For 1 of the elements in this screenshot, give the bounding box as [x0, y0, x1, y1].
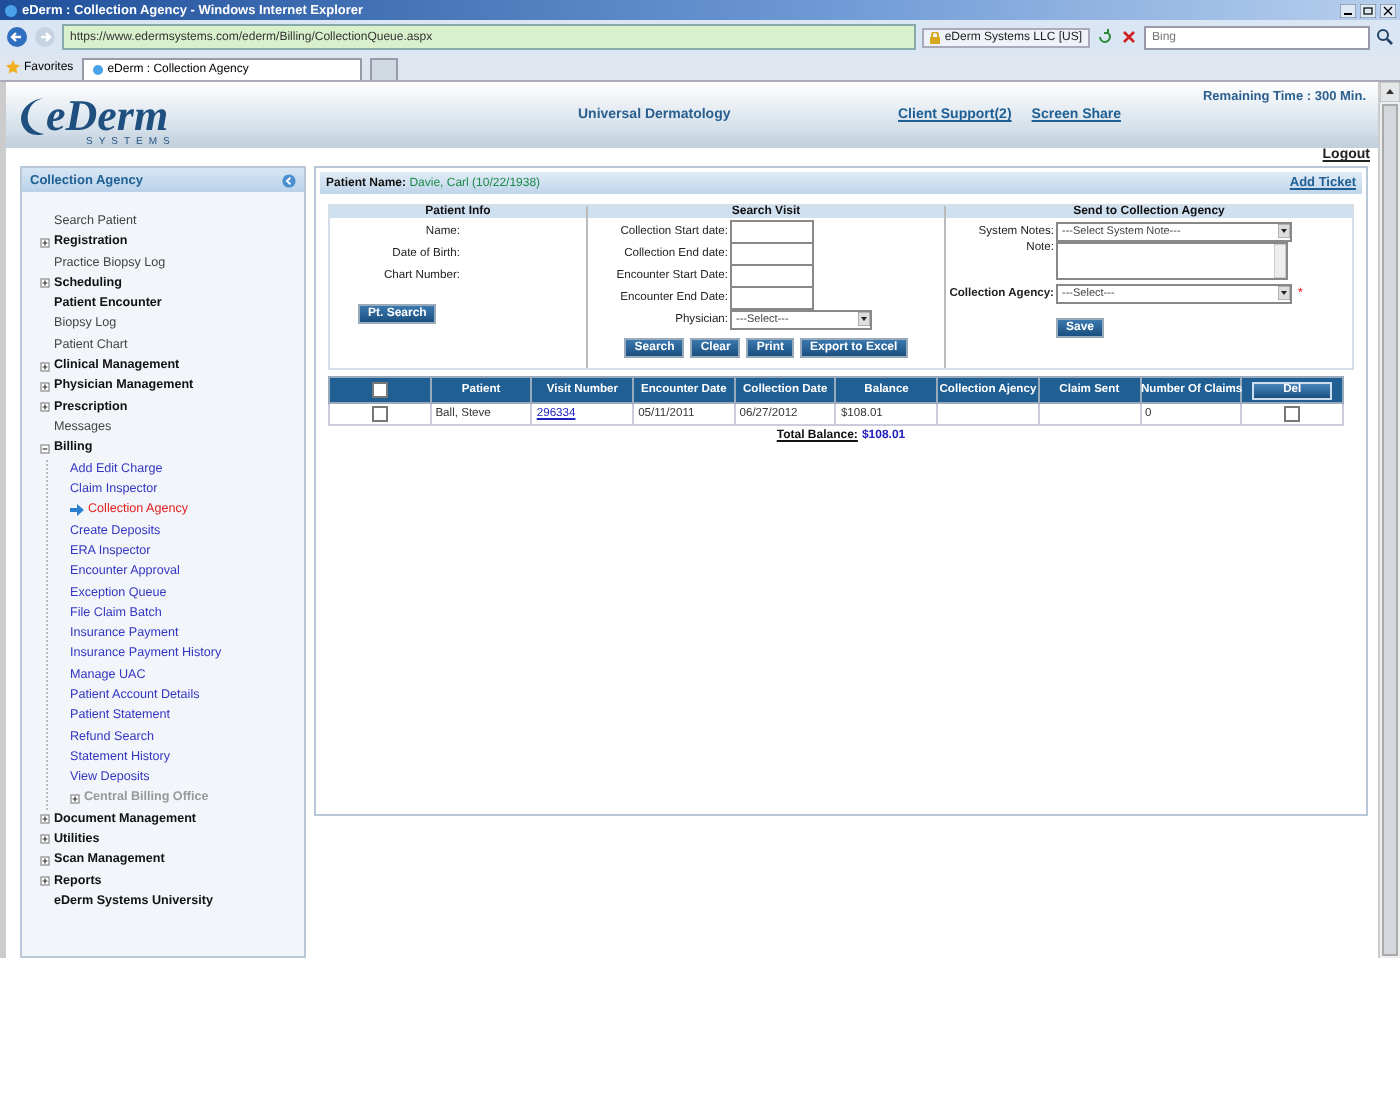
brand-logo: eDerm: [46, 93, 169, 138]
